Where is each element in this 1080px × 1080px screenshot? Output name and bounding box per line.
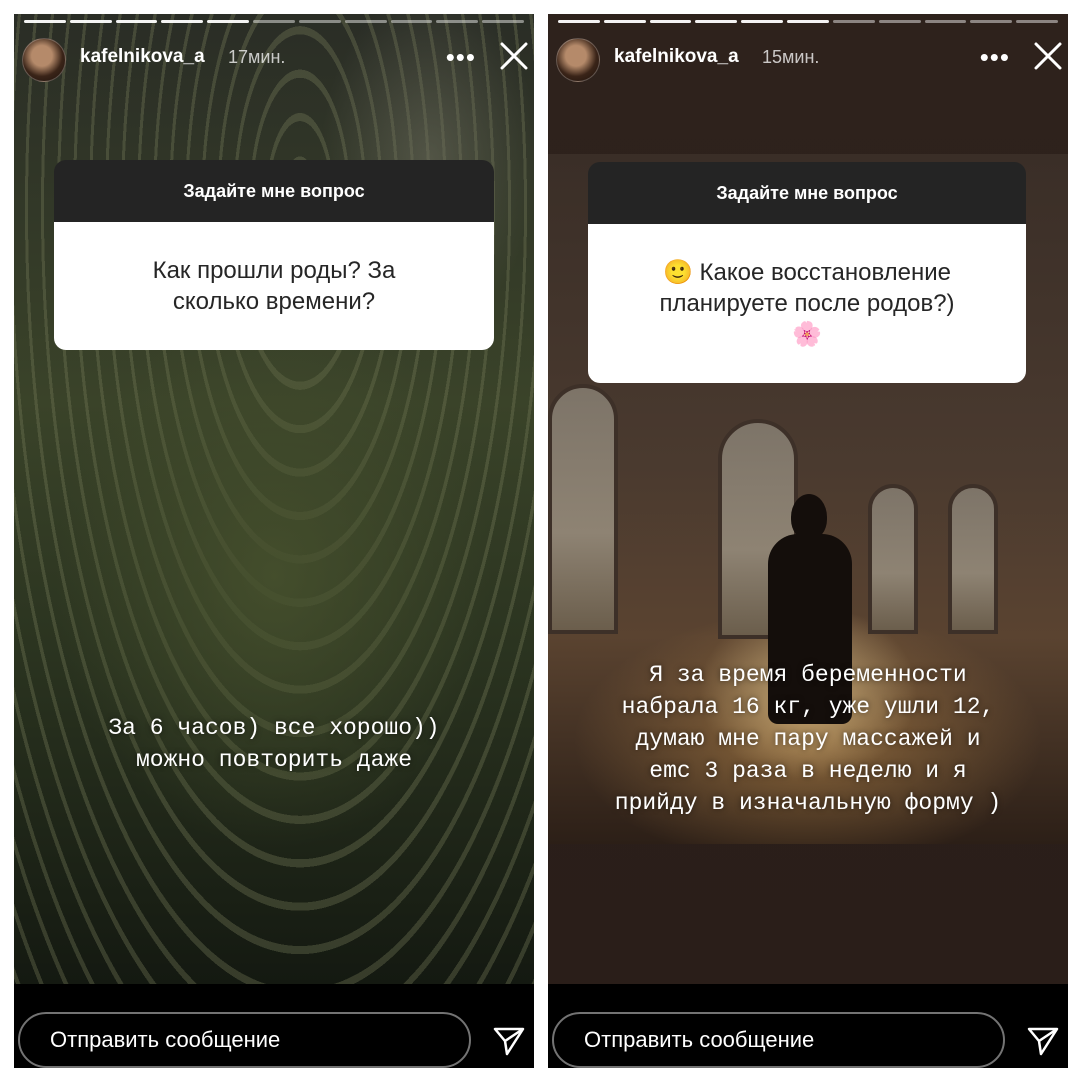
username[interactable]: kafelnikova_a [80, 46, 205, 68]
avatar[interactable] [22, 38, 66, 82]
story-header: kafelnikova_a 15мин. ••• [548, 36, 1068, 86]
question-sticker-text: 🙂 Какое восстановление планируете после … [588, 224, 1026, 383]
username[interactable]: kafelnikova_a [614, 46, 739, 68]
story-caption: За 6 часов) все хорошо)) можно повторить… [108, 715, 440, 773]
question-sticker-header: Задайте мне вопрос [588, 162, 1026, 224]
story-background [548, 14, 1068, 984]
question-sticker-text: Как прошли роды? За сколько времени? [54, 222, 494, 350]
paper-plane-icon[interactable] [492, 1024, 526, 1058]
story-progress-bar [24, 20, 524, 23]
message-input[interactable]: Отправить сообщение [18, 1012, 471, 1068]
story-caption: Я за время беременности набрала 16 кг, у… [614, 662, 1002, 816]
post-time: 17мин. [228, 47, 286, 67]
avatar[interactable] [556, 38, 600, 82]
post-time: 15мин. [762, 47, 820, 67]
close-icon[interactable] [1028, 36, 1068, 76]
more-horizontal-icon[interactable]: ••• [980, 44, 1010, 70]
question-sticker[interactable]: Задайте мне вопрос Как прошли роды? За с… [54, 160, 494, 350]
paper-plane-icon[interactable] [1026, 1024, 1060, 1058]
message-input[interactable]: Отправить сообщение [552, 1012, 1005, 1068]
window-shape [948, 484, 998, 634]
story-panel-left[interactable]: kafelnikova_a 17мин. ••• Задайте мне воп… [14, 14, 534, 1068]
story-progress-bar [558, 20, 1058, 23]
more-horizontal-icon[interactable]: ••• [446, 44, 476, 70]
question-sticker[interactable]: Задайте мне вопрос 🙂 Какое восстановлени… [588, 162, 1026, 383]
window-shape [868, 484, 918, 634]
close-icon[interactable] [494, 36, 534, 76]
window-shape [548, 384, 618, 634]
story-panel-right[interactable]: kafelnikova_a 15мин. ••• Задайте мне воп… [548, 14, 1068, 1068]
question-sticker-header: Задайте мне вопрос [54, 160, 494, 222]
story-header: kafelnikova_a 17мин. ••• [14, 36, 534, 86]
